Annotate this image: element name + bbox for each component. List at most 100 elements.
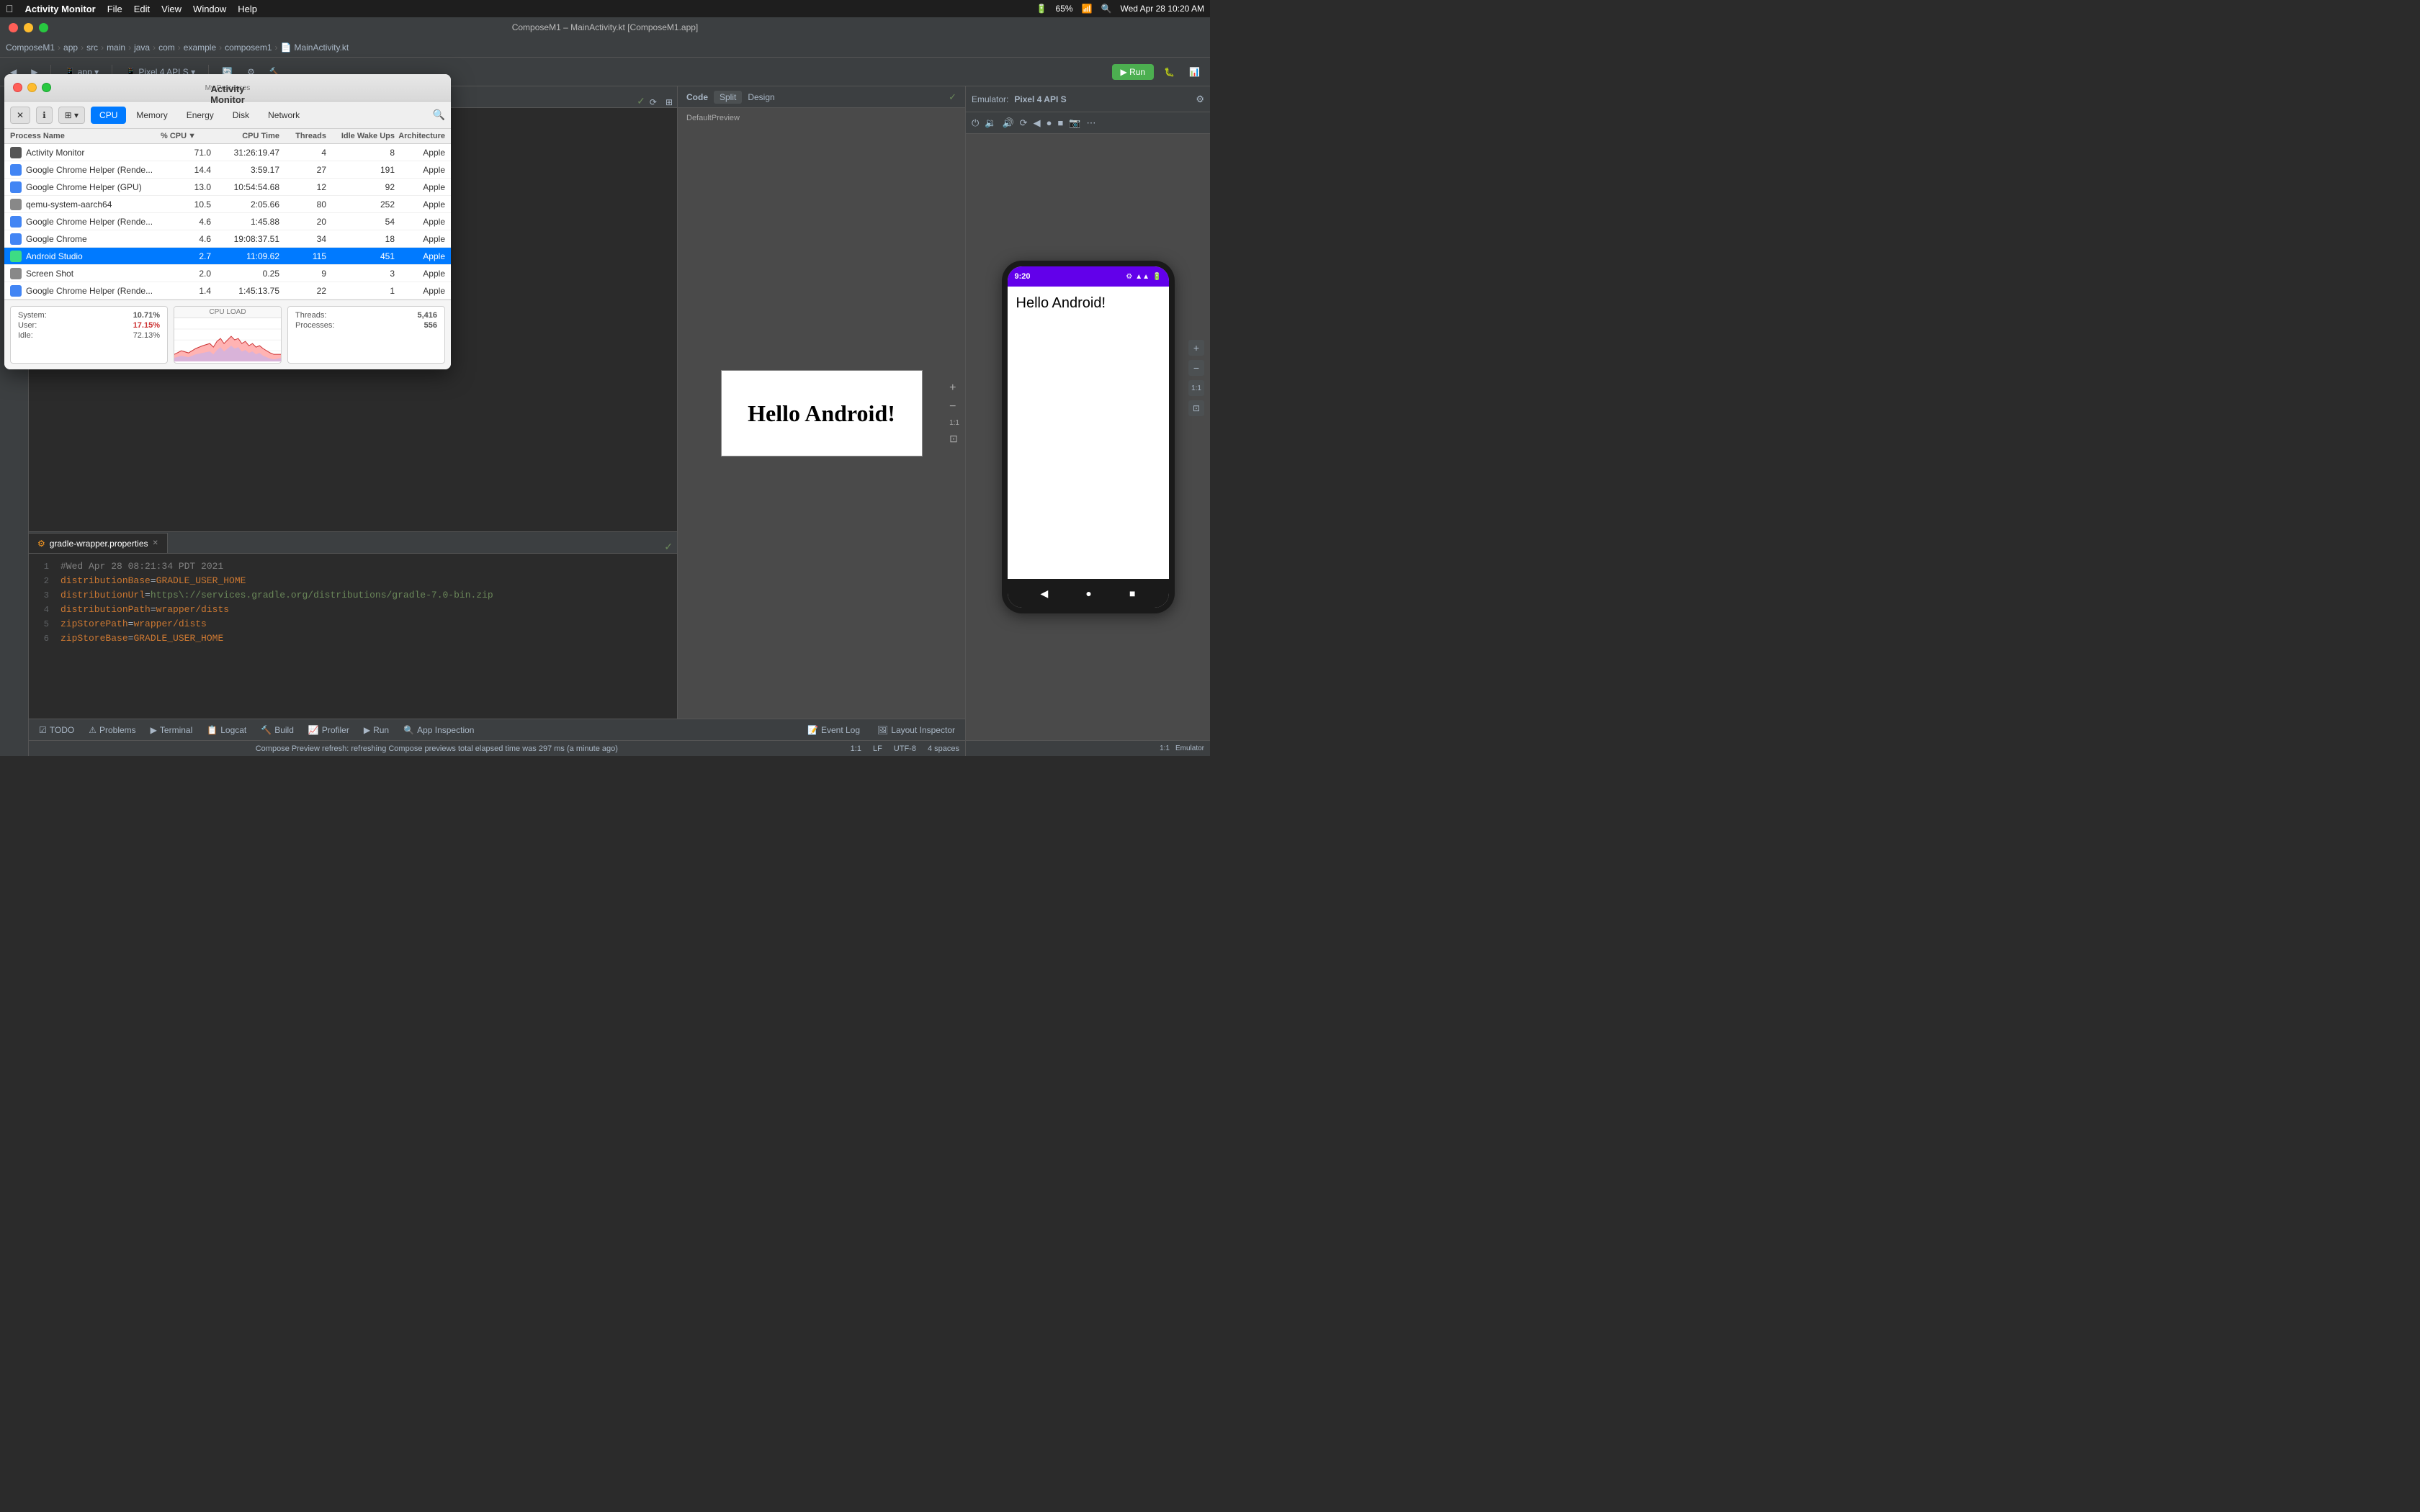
am-search-icon[interactable]: 🔍 [433, 109, 445, 120]
minimize-button[interactable] [24, 23, 33, 32]
emulator-tab-label[interactable]: Emulator [1175, 744, 1204, 752]
am-maximize-button[interactable] [42, 83, 51, 92]
emulator-settings-icon[interactable]: ⚙ [1196, 94, 1204, 105]
terminal-btn[interactable]: ▶ Terminal [146, 724, 197, 737]
breadcrumb-example[interactable]: example [184, 42, 216, 53]
menu-view[interactable]: View [161, 4, 182, 14]
close-button[interactable] [9, 23, 18, 32]
preview-fit-icon[interactable]: ⊡ [949, 433, 959, 445]
process-row-3[interactable]: qemu-system-aarch64 10.5 2:05.66 80 252 … [4, 196, 451, 213]
process-row-0[interactable]: Activity Monitor 71.0 31:26:19.47 4 8 Ap… [4, 144, 451, 161]
zoom-in-btn[interactable]: + [1188, 340, 1204, 356]
run-tool-btn[interactable]: ▶ Run [359, 724, 393, 737]
phone-recent-btn[interactable]: ■ [1129, 588, 1135, 599]
am-tab-disk[interactable]: Disk [224, 107, 258, 124]
phone-home-btn[interactable]: ● [1085, 588, 1091, 599]
emulator-vol-up-icon[interactable]: 🔊 [1002, 117, 1013, 129]
debug-btn[interactable]: 🐛 [1160, 66, 1179, 78]
breadcrumb-composem1[interactable]: ComposeM1 [6, 42, 55, 53]
profiler-btn[interactable]: 📈 Profiler [304, 724, 354, 737]
emulator-rotate-icon[interactable]: ⟳ [1020, 117, 1028, 129]
terminal-icon: ▶ [151, 725, 157, 735]
app-inspection-btn[interactable]: 🔍 App Inspection [399, 724, 478, 737]
am-view-btn[interactable]: ⊞ ▾ [58, 107, 85, 124]
breadcrumb-composem1-pkg[interactable]: composem1 [225, 42, 272, 53]
am-info-btn[interactable]: ℹ [36, 107, 53, 124]
menu-edit[interactable]: Edit [134, 4, 150, 14]
emulator-recent-icon[interactable]: ■ [1057, 117, 1063, 128]
run-button[interactable]: ▶ Run [1112, 64, 1155, 80]
am-header-arch[interactable]: Architecture [395, 132, 445, 140]
process-row-4[interactable]: Google Chrome Helper (Rende... 4.6 1:45.… [4, 213, 451, 230]
emulator-power-icon[interactable]: ⏻ [972, 117, 979, 129]
breadcrumb-app[interactable]: app [63, 42, 78, 53]
preview-design-label[interactable]: Design [748, 92, 774, 102]
status-indent[interactable]: 4 spaces [928, 744, 959, 753]
event-log-btn[interactable]: 📝 Event Log [803, 724, 864, 737]
emulator-camera-icon[interactable]: 📷 [1069, 117, 1080, 129]
menu-file[interactable]: File [107, 4, 122, 14]
todo-btn[interactable]: ☑ TODO [35, 724, 79, 737]
emulator-home-icon[interactable]: ● [1047, 117, 1052, 128]
am-close-process-btn[interactable]: ✕ [10, 107, 30, 124]
maximize-button[interactable] [39, 23, 48, 32]
breadcrumb-main[interactable]: main [107, 42, 125, 53]
am-minimize-button[interactable] [27, 83, 37, 92]
process-row-8[interactable]: Google Chrome Helper (Rende... 1.4 1:45:… [4, 282, 451, 300]
process-arch: Apple [395, 286, 445, 296]
emulator-back-nav-icon[interactable]: ◀ [1034, 117, 1041, 129]
search-icon[interactable]: 🔍 [1101, 4, 1112, 14]
breadcrumb-java[interactable]: java [134, 42, 150, 53]
status-lf[interactable]: LF [873, 744, 882, 753]
am-header-cputime[interactable]: CPU Time [211, 132, 279, 140]
refresh-icon[interactable]: ⟳ [645, 97, 661, 107]
zoom-out-btn[interactable]: − [1188, 360, 1204, 376]
breadcrumb-com[interactable]: com [158, 42, 175, 53]
preview-1-1-label[interactable]: 1:1 [949, 419, 959, 427]
profiler-btn[interactable]: 📊 [1185, 66, 1204, 78]
emulator-more-icon[interactable]: ⋯ [1086, 117, 1095, 129]
process-row-1[interactable]: Google Chrome Helper (Rende... 14.4 3:59… [4, 161, 451, 179]
split-icon[interactable]: ⊞ [661, 97, 677, 107]
process-cpu: 1.4 [161, 286, 211, 296]
tab-gradle[interactable]: ⚙ gradle-wrapper.properties ✕ [29, 533, 168, 553]
build-btn[interactable]: 🔨 Build [256, 724, 298, 737]
layout-inspector-btn[interactable]: 🖼 Layout Inspector [873, 724, 959, 737]
menubar-app-name[interactable]: Activity Monitor [25, 4, 96, 14]
gradle-tab-close-icon[interactable]: ✕ [153, 539, 158, 547]
preview-hello-text: Hello Android! [748, 400, 895, 427]
am-tab-network[interactable]: Network [259, 107, 308, 124]
am-header-process[interactable]: Process Name [10, 132, 161, 140]
zoom-fit-btn[interactable]: ⊡ [1188, 400, 1204, 416]
preview-zoom-out-icon[interactable]: − [949, 400, 959, 413]
am-search[interactable]: 🔍 [433, 109, 445, 121]
menu-help[interactable]: Help [238, 4, 257, 14]
zoom-1-1-btn[interactable]: 1:1 [1188, 380, 1204, 396]
am-close-button[interactable] [13, 83, 22, 92]
phone-navbar[interactable]: ◀ ● ■ [1008, 579, 1169, 608]
process-row-6[interactable]: Android Studio 2.7 11:09.62 115 451 Appl… [4, 248, 451, 265]
am-header-cpu[interactable]: % CPU ▼ [161, 132, 211, 140]
problems-btn[interactable]: ⚠ Problems [84, 724, 140, 737]
status-charset[interactable]: UTF-8 [894, 744, 916, 753]
am-tab-energy[interactable]: Energy [178, 107, 223, 124]
am-header-threads[interactable]: Threads [279, 132, 326, 140]
am-tab-cpu[interactable]: CPU [91, 107, 126, 124]
bottom-code[interactable]: 1 #Wed Apr 28 08:21:34 PDT 2021 2 distri… [29, 554, 677, 719]
status-position[interactable]: 1:1 [851, 744, 861, 753]
breadcrumb-file[interactable]: 📄 MainActivity.kt [281, 42, 349, 53]
logcat-btn[interactable]: 📋 Logcat [202, 724, 251, 737]
process-row-5[interactable]: Google Chrome 4.6 19:08:37.51 34 18 Appl… [4, 230, 451, 248]
menu-window[interactable]: Window [193, 4, 226, 14]
am-tab-memory[interactable]: Memory [127, 107, 176, 124]
breadcrumb-src[interactable]: src [86, 42, 98, 53]
phone-back-btn[interactable]: ◀ [1041, 588, 1049, 600]
emulator-vol-down-icon[interactable]: 🔉 [985, 117, 996, 129]
emulator-device[interactable]: Pixel 4 API S [1014, 94, 1066, 104]
am-header-idle[interactable]: Idle Wake Ups [326, 132, 395, 140]
preview-split-label[interactable]: Split [714, 91, 742, 104]
apple-menu[interactable]:  [6, 3, 14, 14]
process-row-2[interactable]: Google Chrome Helper (GPU) 13.0 10:54:54… [4, 179, 451, 196]
preview-zoom-in-icon[interactable]: + [949, 382, 959, 395]
process-row-7[interactable]: Screen Shot 2.0 0.25 9 3 Apple [4, 265, 451, 282]
